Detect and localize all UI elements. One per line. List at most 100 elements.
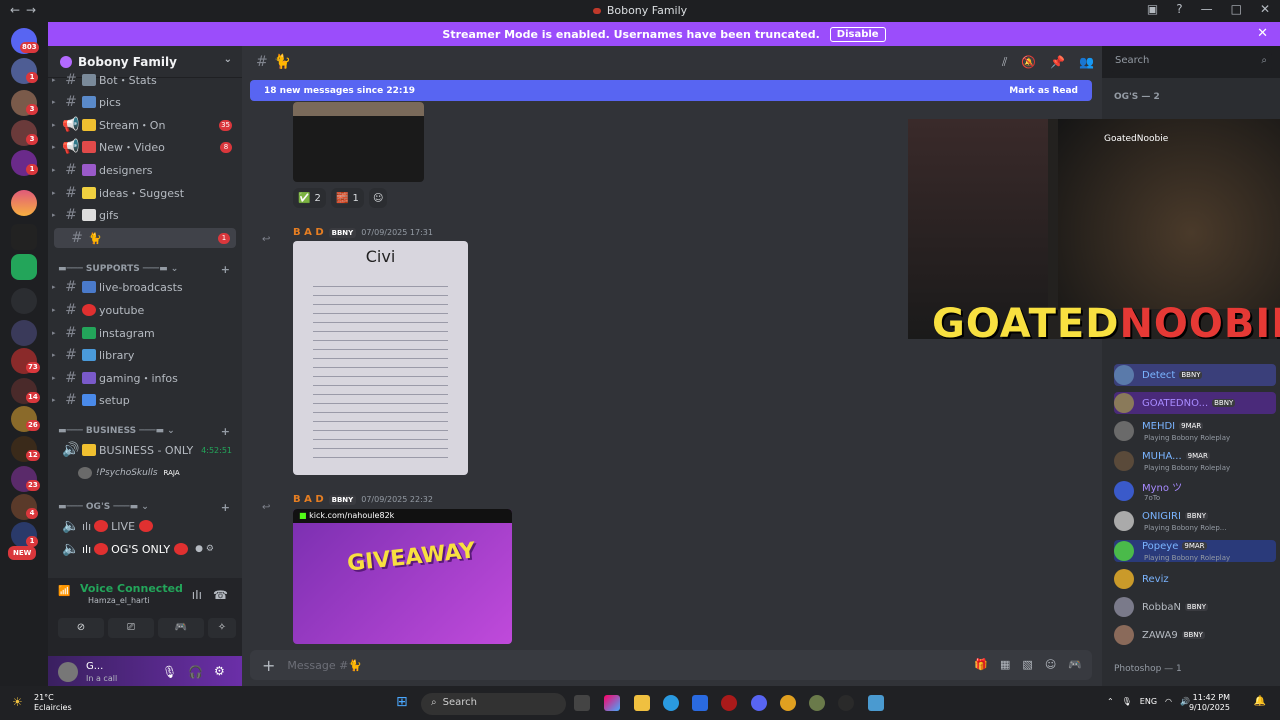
channel-item-active[interactable]: # 🐈 1 <box>54 228 236 248</box>
emoji-icon[interactable]: ☺ <box>1045 658 1056 671</box>
channel-item[interactable]: ▸ # Bot・Stats <box>48 70 238 90</box>
add-channel-icon[interactable]: + <box>221 425 230 438</box>
edge-icon[interactable] <box>663 695 679 711</box>
reaction-emoji[interactable]: 🧱 1 <box>331 188 364 208</box>
giveaway-image[interactable]: ■ kick.com/nahoule82k GIVEAWAY <box>293 509 512 644</box>
weather-widget[interactable]: 21°C Eclaircies <box>34 693 72 713</box>
message-author[interactable]: B A D BBNY 07/09/2025 22:32 <box>293 494 433 505</box>
category-supports[interactable]: ▬─── SUPPORTS ───▬ ⌄ + <box>58 263 236 276</box>
folder-icon[interactable] <box>11 288 37 314</box>
member-row[interactable]: MUHA... 9MAR Playing Bobony Roleplay <box>1114 450 1276 472</box>
channel-item[interactable]: ▸ # gaming・infos <box>48 368 238 388</box>
voice-member[interactable]: !PsychoSkulls RAJA <box>48 463 238 483</box>
add-channel-icon[interactable]: + <box>221 501 230 514</box>
gear-icon[interactable]: ⚙ <box>214 664 225 678</box>
threads-icon[interactable]: ⫽ <box>1002 55 1007 70</box>
add-attachment-icon[interactable]: + <box>262 656 275 675</box>
notifications-icon[interactable]: 🔕 <box>1021 55 1036 70</box>
channel-item[interactable]: ▸ # ideas・Suggest <box>48 183 238 203</box>
channel-settings-icon[interactable]: ● ⚙ <box>195 544 214 554</box>
close-banner-icon[interactable]: ✕ <box>1257 26 1268 41</box>
maximize-button[interactable]: □ <box>1231 2 1242 16</box>
file-explorer-icon[interactable] <box>634 695 650 711</box>
explore-icon[interactable] <box>11 254 37 280</box>
channel-item[interactable]: ▸ # library <box>48 345 238 365</box>
screen-share-button[interactable]: ⎚ <box>108 618 154 638</box>
notification-icon[interactable]: 🔔 <box>1254 696 1266 707</box>
stream-overlay[interactable]: GoatedNoobie GOATEDNOOBIE <box>908 119 1280 339</box>
channel-item[interactable]: ▸ # youtube <box>48 300 238 320</box>
member-row[interactable]: Popeye 9MAR Playing Bobony Roleplay <box>1114 540 1276 562</box>
chrome-icon[interactable] <box>780 695 796 711</box>
add-channel-icon[interactable]: + <box>221 263 230 276</box>
close-button[interactable]: ✕ <box>1260 2 1270 16</box>
member-row[interactable]: MEHDI 9MAR Playing Bobony Roleplay <box>1114 420 1276 442</box>
members-icon[interactable]: 👥 <box>1079 55 1094 70</box>
server-icon[interactable] <box>11 320 37 346</box>
activities-icon[interactable]: 🎮 <box>1068 658 1082 671</box>
chevron-down-icon[interactable]: ⌄ <box>224 54 232 65</box>
member-row[interactable]: ONIGIRI BBNY Playing Bobony Rolep... <box>1114 510 1276 532</box>
member-row[interactable]: Detect BBNY <box>1114 364 1276 386</box>
app-icon[interactable] <box>809 695 825 711</box>
member-row[interactable]: RobbaN BBNY <box>1114 596 1276 618</box>
disconnect-icon[interactable]: ☎ <box>213 588 228 602</box>
taskbar-search[interactable]: ⌕ Search <box>421 693 566 715</box>
camera-button[interactable]: ⊘ <box>58 618 104 638</box>
mark-as-read-button[interactable]: Mark as Read <box>1009 86 1078 96</box>
pin-icon[interactable]: 📌 <box>1050 55 1065 70</box>
category-business[interactable]: ▬─── BUSINESS ───▬ ⌄ + <box>58 425 236 438</box>
help-icon[interactable]: ? <box>1176 2 1182 16</box>
clock[interactable]: 11:42 PM 9/10/2025 <box>1189 693 1230 713</box>
minimize-button[interactable]: — <box>1201 2 1213 16</box>
message-author[interactable]: B A D BBNY 07/09/2025 17:31 <box>293 227 433 238</box>
app-icon[interactable] <box>721 695 737 711</box>
start-icon[interactable]: ⊞ <box>396 694 408 710</box>
new-badge[interactable]: NEW <box>8 546 37 560</box>
sticker-icon[interactable]: ▧ <box>1022 658 1032 671</box>
discord-taskbar-icon[interactable] <box>751 695 767 711</box>
add-reaction-button[interactable]: ☺ <box>369 188 388 208</box>
member-row[interactable]: ZAWA9 BBNY <box>1114 624 1276 646</box>
headphones-icon[interactable]: 🎧 <box>188 665 203 679</box>
search-input[interactable]: Search ⌕ <box>1110 52 1272 72</box>
new-messages-bar[interactable]: 18 new messages since 22:19 Mark as Read <box>250 80 1092 101</box>
voice-channel-live[interactable]: 🔈 ılı LIVE <box>48 516 238 536</box>
inbox-icon[interactable]: ▣ <box>1147 2 1158 16</box>
activity-button[interactable]: 🎮 <box>158 618 204 638</box>
server-icon[interactable] <box>11 224 37 250</box>
channel-item[interactable]: ▸ # instagram <box>48 323 238 343</box>
channel-item[interactable]: ▸ # gifs <box>48 205 238 225</box>
system-tray[interactable]: ⌃ 🎙 ENG ◠ 🔊 <box>1107 697 1190 706</box>
channel-item[interactable]: ▸ # setup <box>48 390 238 410</box>
member-row[interactable]: GOATEDNO... BBNY <box>1114 392 1276 414</box>
soundboard-button[interactable]: ✧ <box>208 618 236 638</box>
cv-image[interactable]: Civi <box>293 241 468 475</box>
channel-item[interactable]: ▸ # designers <box>48 160 238 180</box>
channel-item[interactable]: ▸ # pics <box>48 92 238 112</box>
server-icon[interactable] <box>11 190 37 216</box>
channel-item[interactable]: ▸ 📢 Stream・On 35 <box>48 115 238 135</box>
app-icon[interactable] <box>868 695 884 711</box>
app-icon[interactable] <box>838 695 854 711</box>
voice-channel-og-only[interactable]: 🔈 ılı OG'S ONLY ● ⚙ <box>48 539 238 559</box>
avatar[interactable] <box>58 662 78 682</box>
message-input[interactable]: Message #🐈 <box>287 659 362 672</box>
gift-icon[interactable]: 🎁 <box>974 658 988 671</box>
category-ogs[interactable]: ▬─── OG'S ───▬ ⌄ + <box>58 501 236 514</box>
author-name[interactable]: B A D <box>293 494 324 505</box>
gif-icon[interactable]: ▦ <box>1000 658 1010 671</box>
message-image[interactable] <box>293 102 424 182</box>
author-name[interactable]: B A D <box>293 227 324 238</box>
message-composer[interactable]: + Message #🐈 🎁 ▦ ▧ ☺ 🎮 <box>250 650 1092 680</box>
member-row[interactable]: Myno ツ 7oTo <box>1114 480 1276 502</box>
channel-item[interactable]: ▸ # live-broadcasts <box>48 277 238 297</box>
taskview-icon[interactable] <box>574 695 590 711</box>
disable-button[interactable]: Disable <box>829 26 886 42</box>
channel-item[interactable]: ▸ 📢 New・Video 8 <box>48 137 238 157</box>
reaction-check[interactable]: ✅ 2 <box>293 188 326 208</box>
noise-icon[interactable]: ıIı <box>192 588 202 602</box>
store-icon[interactable] <box>692 695 708 711</box>
voice-channel-business[interactable]: 🔊 BUSINESS - ONLY 4:52:51 <box>48 440 238 460</box>
copilot-icon[interactable] <box>604 695 620 711</box>
